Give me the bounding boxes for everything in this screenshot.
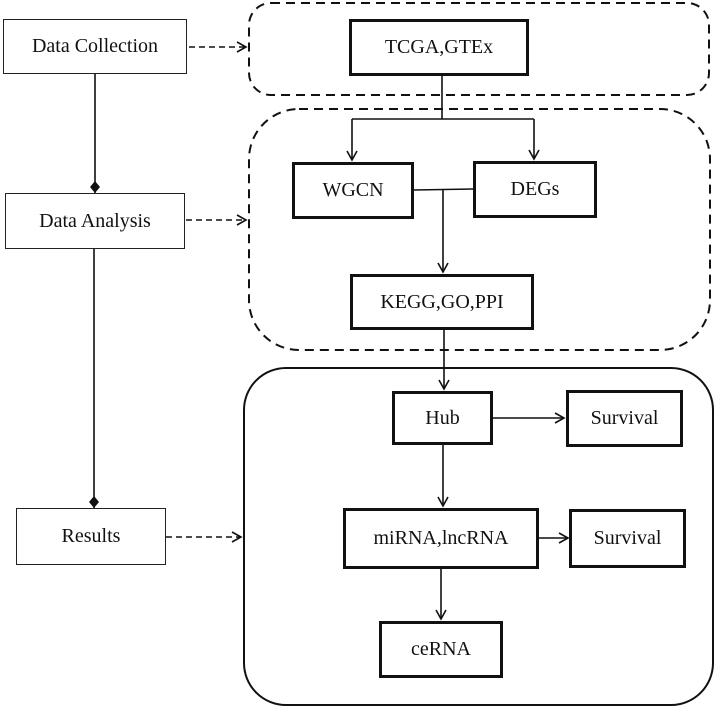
node-wgcn: WGCN: [292, 162, 414, 219]
stage-data-collection: Data Collection: [3, 19, 187, 74]
diagram-connectors: [89, 2, 714, 706]
node-label: Hub: [425, 406, 460, 429]
node-label: Survival: [590, 407, 659, 429]
node-survival-mirna: Survival: [569, 509, 686, 568]
node-label: ceRNA: [411, 638, 471, 660]
node-label: miRNA,lncRNA: [373, 527, 509, 549]
node-label: Survival: [593, 527, 662, 549]
node-label: WGCN: [322, 179, 384, 201]
node-survival-hub: Survival: [566, 390, 683, 447]
node-kegg-go-ppi: KEGG,GO,PPI: [350, 274, 534, 330]
wgcn-degs-join: [413, 188, 474, 191]
node-cerna: ceRNA: [379, 621, 503, 678]
node-label: KEGG,GO,PPI: [380, 290, 504, 313]
node-label: DEGs: [510, 178, 560, 200]
stage-data-analysis: Data Analysis: [5, 193, 185, 249]
node-hub: Hub: [392, 391, 493, 445]
node-tcga-gtex: TCGA,GTEx: [349, 19, 529, 76]
stage-label: Results: [61, 525, 121, 547]
stage-label: Data Analysis: [39, 209, 151, 232]
stage-results: Results: [16, 508, 166, 565]
node-label: TCGA,GTEx: [384, 36, 494, 58]
stage-label: Data Collection: [31, 35, 159, 57]
node-degs: DEGs: [473, 161, 597, 218]
node-mirna-lncrna: miRNA,lncRNA: [343, 508, 539, 569]
